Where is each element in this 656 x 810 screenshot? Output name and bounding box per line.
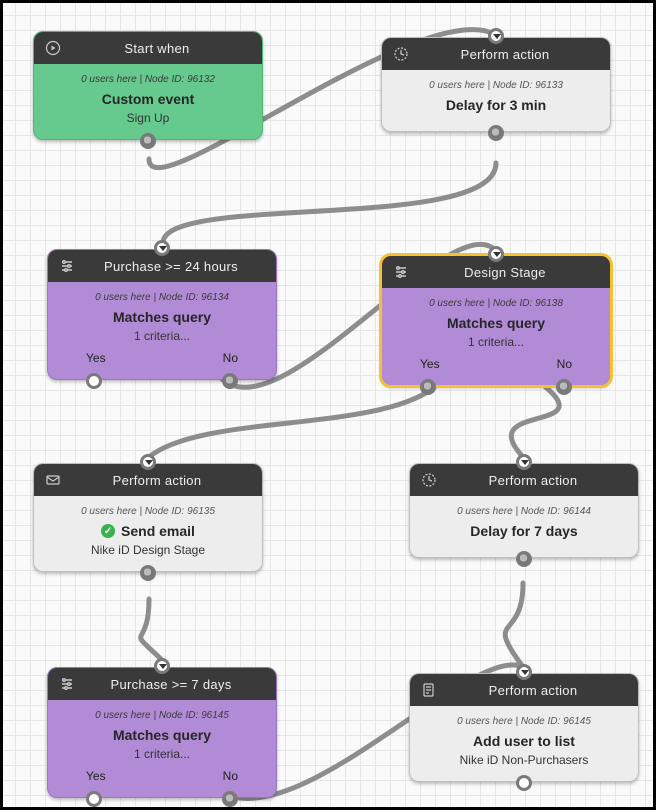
node-delay-3min[interactable]: Perform action 0 users here | Node ID: 9… (381, 37, 611, 132)
port-in[interactable] (154, 658, 170, 674)
node-body: 0 users here | Node ID: 96144 Delay for … (410, 496, 638, 557)
port-out-yes[interactable] (420, 379, 436, 395)
node-meta: 0 users here | Node ID: 96134 (60, 292, 264, 303)
node-meta: 0 users here | Node ID: 96135 (46, 506, 250, 517)
branch-label-yes: Yes (420, 357, 440, 371)
node-subtitle: 1 criteria... (394, 335, 598, 349)
node-header-title: Perform action (438, 683, 628, 698)
port-in[interactable] (154, 240, 170, 256)
node-meta: 0 users here | Node ID: 96132 (46, 74, 250, 85)
port-in[interactable] (140, 454, 156, 470)
filter-icon (58, 675, 76, 693)
node-title: Matches query (60, 309, 264, 325)
port-in[interactable] (488, 246, 504, 262)
node-design-stage[interactable]: Design Stage 0 users here | Node ID: 961… (381, 255, 611, 386)
node-body: 0 users here | Node ID: 96145 Add user t… (410, 706, 638, 781)
node-title: Matches query (60, 727, 264, 743)
node-purchase-24h[interactable]: Purchase >= 24 hours 0 users here | Node… (47, 249, 277, 380)
node-title: Delay for 3 min (394, 97, 598, 113)
node-header-title: Perform action (438, 473, 628, 488)
list-add-icon (420, 681, 438, 699)
port-in[interactable] (516, 454, 532, 470)
check-icon: ✓ (101, 524, 115, 538)
node-meta: 0 users here | Node ID: 96138 (394, 298, 598, 309)
node-header: Start when (34, 32, 262, 64)
port-out-no[interactable] (222, 373, 238, 389)
port-out[interactable] (516, 775, 532, 791)
node-body: 0 users here | Node ID: 96135 ✓ Send ema… (34, 496, 262, 571)
node-header-title: Purchase >= 7 days (76, 677, 266, 692)
node-title: Delay for 7 days (422, 523, 626, 539)
node-title: Add user to list (422, 733, 626, 749)
filter-icon (392, 263, 410, 281)
node-subtitle: 1 criteria... (60, 329, 264, 343)
node-body: 0 users here | Node ID: 96133 Delay for … (382, 70, 610, 131)
workflow-canvas[interactable]: Start when 0 users here | Node ID: 96132… (0, 0, 656, 810)
node-header-title: Perform action (410, 47, 600, 62)
node-header-title: Design Stage (410, 265, 600, 280)
port-out[interactable] (140, 565, 156, 581)
node-add-to-list[interactable]: Perform action 0 users here | Node ID: 9… (409, 673, 639, 782)
branch-label-no: No (557, 357, 572, 371)
branch-label-yes: Yes (86, 769, 106, 783)
node-subtitle: Nike iD Non-Purchasers (422, 753, 626, 767)
mail-icon (44, 471, 62, 489)
play-icon (44, 39, 62, 57)
port-out-yes[interactable] (86, 373, 102, 389)
port-out[interactable] (516, 551, 532, 567)
node-header-title: Purchase >= 24 hours (76, 259, 266, 274)
branch-label-no: No (223, 769, 238, 783)
port-out[interactable] (488, 125, 504, 141)
port-out-no[interactable] (222, 791, 238, 807)
port-in[interactable] (488, 28, 504, 44)
port-out[interactable] (140, 133, 156, 149)
node-subtitle: Nike iD Design Stage (46, 543, 250, 557)
branch-label-no: No (223, 351, 238, 365)
node-body: 0 users here | Node ID: 96134 Matches qu… (48, 282, 276, 379)
node-delay-7days[interactable]: Perform action 0 users here | Node ID: 9… (409, 463, 639, 558)
node-title: Matches query (394, 315, 598, 331)
clock-icon (392, 45, 410, 63)
node-purchase-7d[interactable]: Purchase >= 7 days 0 users here | Node I… (47, 667, 277, 798)
port-out-yes[interactable] (86, 791, 102, 807)
branch-label-yes: Yes (86, 351, 106, 365)
node-start[interactable]: Start when 0 users here | Node ID: 96132… (33, 31, 263, 140)
node-meta: 0 users here | Node ID: 96144 (422, 506, 626, 517)
clock-icon (420, 471, 438, 489)
node-title: ✓ Send email (46, 523, 250, 539)
node-send-email[interactable]: Perform action 0 users here | Node ID: 9… (33, 463, 263, 572)
node-body: 0 users here | Node ID: 96132 Custom eve… (34, 64, 262, 139)
node-body: 0 users here | Node ID: 96145 Matches qu… (48, 700, 276, 797)
port-in[interactable] (516, 664, 532, 680)
node-meta: 0 users here | Node ID: 96145 (60, 710, 264, 721)
node-body: 0 users here | Node ID: 96138 Matches qu… (382, 288, 610, 385)
node-meta: 0 users here | Node ID: 96145 (422, 716, 626, 727)
node-subtitle: Sign Up (46, 111, 250, 125)
node-meta: 0 users here | Node ID: 96133 (394, 80, 598, 91)
node-title-text: Send email (121, 523, 195, 539)
node-subtitle: 1 criteria... (60, 747, 264, 761)
node-header-title: Perform action (62, 473, 252, 488)
filter-icon (58, 257, 76, 275)
port-out-no[interactable] (556, 379, 572, 395)
node-title: Custom event (46, 91, 250, 107)
node-header-title: Start when (62, 41, 252, 56)
